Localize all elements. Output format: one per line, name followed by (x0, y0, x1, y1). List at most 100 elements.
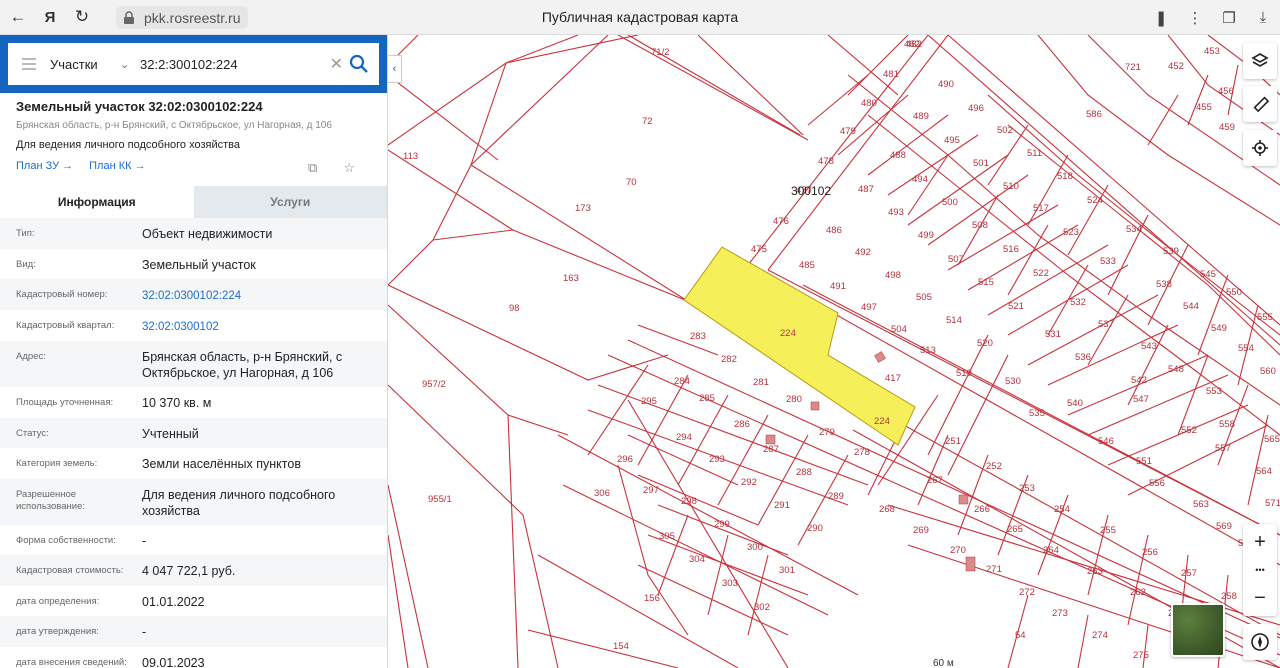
menu-dots-icon[interactable]: ⋮ (1178, 9, 1212, 27)
parcel-label: 456 (1218, 86, 1234, 97)
parcel-label: 297 (643, 485, 659, 496)
parcel-label: 538 (1156, 279, 1172, 290)
parcel-label: 273 (1052, 608, 1068, 619)
parcel-label: 253 (1019, 483, 1035, 494)
layers-icon (1251, 53, 1269, 67)
chevron-down-icon[interactable]: ⌄ (120, 58, 138, 71)
parcel-label: 452 (1168, 61, 1184, 72)
parcel-label: 292 (741, 477, 757, 488)
parcel-label: 957/2 (422, 379, 446, 390)
address-bar[interactable]: pkk.rosreestr.ru (116, 6, 249, 29)
plan-kk-link[interactable]: План КК → (89, 160, 145, 176)
measure-button[interactable] (1243, 86, 1277, 122)
parcel-label: 287 (763, 444, 779, 455)
info-table: Тип: Объект недвижимости Вид: Земельный уч… (0, 218, 387, 668)
zoom-to-object-icon[interactable]: ⧉ (308, 160, 317, 176)
parcel-label: 306 (594, 488, 610, 499)
parcel-label: 544 (1183, 301, 1199, 312)
parcel-label: 524 (1087, 195, 1103, 206)
parcel-label: 294 (676, 432, 692, 443)
parcel-label: 156 (644, 593, 660, 604)
parcel-label: 262 (1130, 587, 1146, 598)
parcel-label: 302 (754, 602, 770, 613)
object-header: Земельный участок 32:02:0300102:224 Брян… (0, 93, 387, 176)
clear-icon[interactable]: ✕ (330, 54, 343, 74)
info-value: 09.01.2023 (142, 655, 205, 668)
map-canvas[interactable]: 4824814904964804894955024794885015114784… (388, 35, 1280, 668)
parcel-label: 530 (1005, 376, 1021, 387)
parcel-label: 283 (690, 331, 706, 342)
info-value: 01.01.2022 (142, 594, 205, 609)
parcel-label: 256 (1142, 547, 1158, 558)
reload-icon[interactable]: ↻ (68, 3, 96, 31)
parcel-label: 270 (950, 545, 966, 556)
extensions-icon[interactable]: ❐ (1212, 9, 1246, 27)
parcel-label: 518 (1057, 171, 1073, 182)
parcel-label: 721 (1125, 62, 1141, 73)
parcel-label: 537 (1098, 319, 1114, 330)
plan-zu-link[interactable]: План ЗУ → (16, 160, 73, 176)
parcel-label: 534 (1126, 224, 1142, 235)
tab-info[interactable]: Информация (0, 186, 194, 218)
parcel-label: 462 (904, 39, 920, 50)
layers-button[interactable] (1243, 43, 1277, 79)
info-panel: Участки ⌄ ✕ Земельный участок 32:02:0300… (0, 35, 388, 668)
cadastral-number-link[interactable]: 32:02:0300102:224 (142, 279, 371, 310)
parcel-label: 540 (1067, 398, 1083, 409)
parcel-label: 293 (709, 454, 725, 465)
compass-button[interactable] (1243, 624, 1277, 660)
yandex-logo-icon[interactable]: Я (36, 3, 64, 31)
parcel-label: 54 (1015, 630, 1026, 641)
parcel-label: 289 (828, 491, 844, 502)
parcel-label: 301 (779, 565, 795, 576)
lock-icon (124, 10, 134, 24)
bookmark-icon[interactable]: ❚ (1144, 9, 1178, 27)
collapse-panel-button[interactable]: ‹ (388, 55, 402, 83)
satellite-layer-thumbnail[interactable] (1171, 603, 1225, 657)
parcel-label: 298 (681, 496, 697, 507)
parcel-label: 508 (972, 220, 988, 231)
back-arrow-icon[interactable]: ← (4, 3, 32, 31)
parcel-label: 296 (617, 454, 633, 465)
parcel-label: 493 (888, 207, 904, 218)
parcel-label: 274 (1092, 630, 1108, 641)
download-icon[interactable]: ⤓ (1246, 9, 1280, 26)
info-tabs: Информация Услуги (0, 186, 387, 218)
info-key: Статус: (16, 427, 49, 439)
zoom-out-button[interactable]: − (1254, 582, 1266, 614)
more-button[interactable]: ••• (1255, 558, 1264, 582)
search-input[interactable] (140, 56, 310, 72)
search-box: Участки ⌄ ✕ (8, 43, 379, 85)
parcel-label: 453 (1204, 46, 1220, 57)
parcel-label: 271 (986, 564, 1002, 575)
parcel-label: 532 (1070, 297, 1086, 308)
star-icon[interactable]: ☆ (343, 160, 355, 176)
crosshair-icon (1252, 140, 1268, 156)
parcel-label: 533 (1100, 256, 1116, 267)
parcel-label: 557 (1215, 443, 1231, 454)
parcel-label: 504 (891, 324, 907, 335)
parcel-label: 497 (861, 302, 877, 313)
cadastral-map[interactable]: 482 481 490 496 480 489 495 502 479 488 501 511 478 4… (388, 35, 1280, 668)
parcel-label: 490 (938, 79, 954, 90)
zoom-in-button[interactable]: + (1254, 526, 1266, 558)
parcel-label: 511 (1027, 148, 1042, 159)
info-value: Для ведения личного подсобного хозяйства (142, 487, 336, 518)
parcel-label: 252 (986, 461, 1002, 472)
locate-button[interactable] (1243, 130, 1277, 166)
search-icon[interactable] (349, 54, 369, 74)
menu-icon[interactable] (8, 58, 50, 70)
tab-services[interactable]: Услуги (193, 186, 387, 218)
parcel-label: 556 (1149, 478, 1165, 489)
search-type-select[interactable]: Участки (50, 57, 120, 72)
parcel-label: 487 (858, 184, 874, 195)
parcel-label: 417 (885, 373, 901, 384)
parcel-label: 286 (734, 419, 750, 430)
url-text: pkk.rosreestr.ru (144, 9, 241, 26)
info-row: Форма собственности: - (0, 525, 387, 556)
info-value: 10 370 кв. м (142, 396, 212, 410)
parcel-label: 495 (944, 135, 960, 146)
parcel-label: 513 (920, 345, 936, 356)
info-row: дата утверждения: - (0, 616, 387, 647)
cadastral-quarter-link[interactable]: 32:02:0300102 (142, 310, 371, 341)
